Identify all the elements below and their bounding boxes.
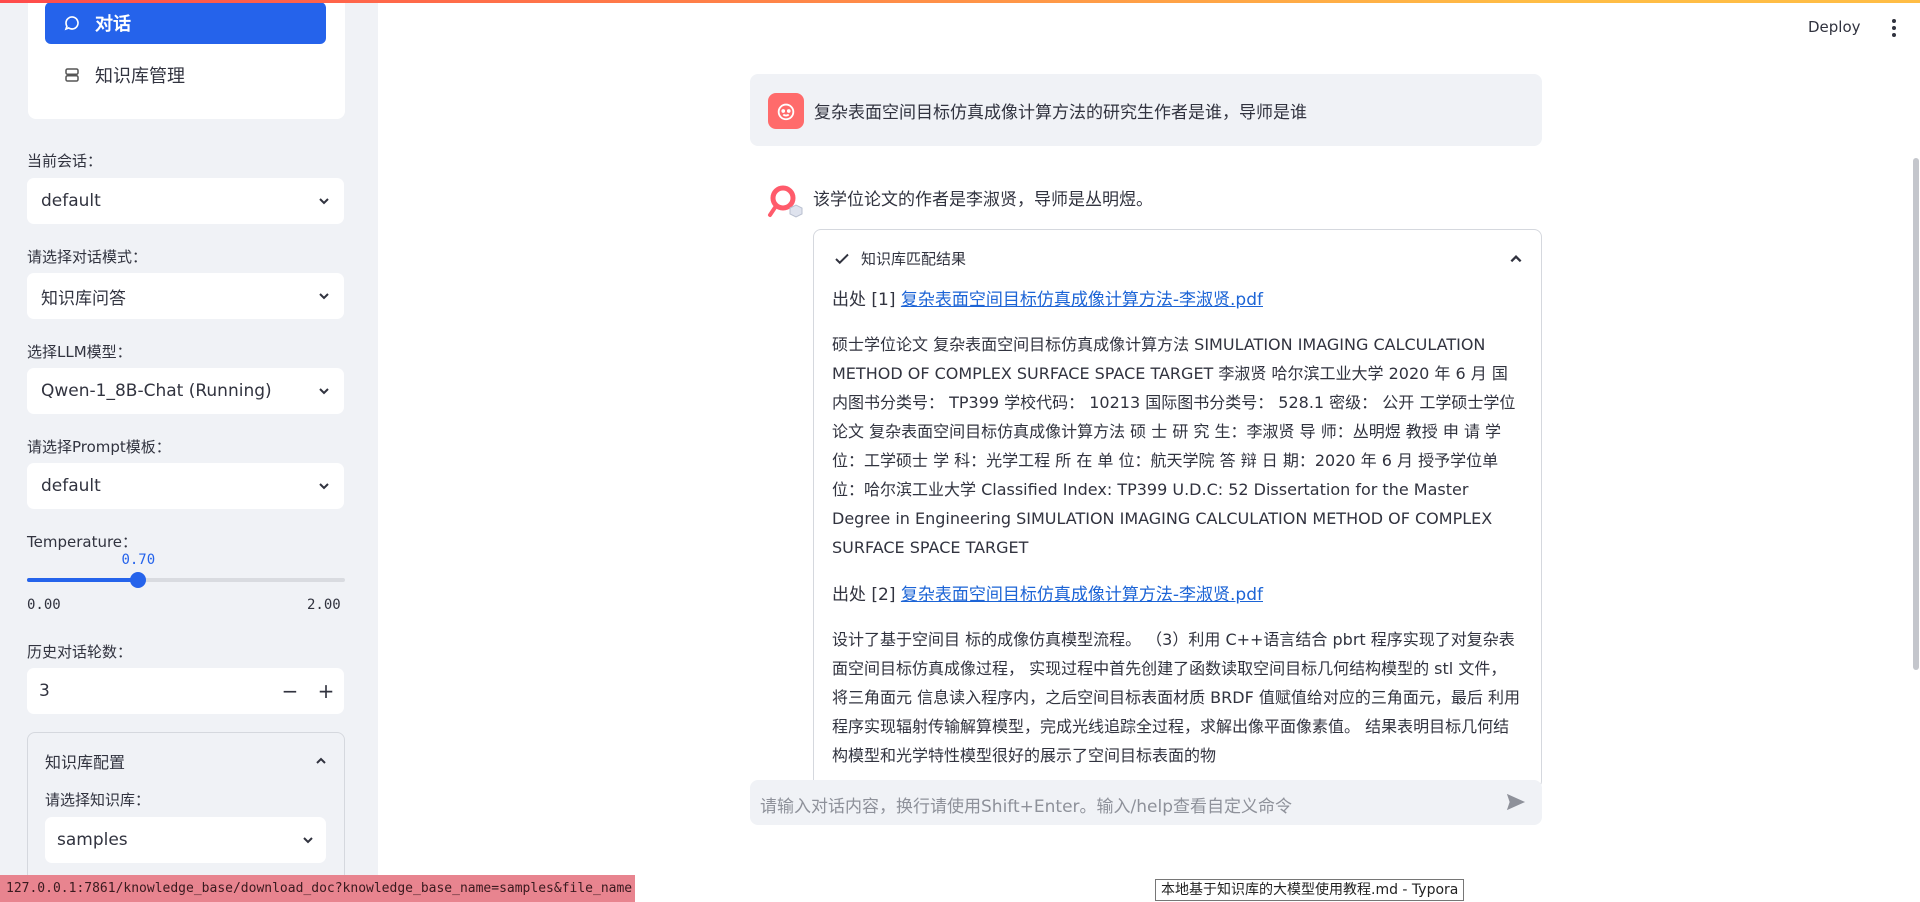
source-1-excerpt: 硕士学位论文 复杂表面空间目标仿真成像计算方法 SIMULATION IMAGI… [832, 335, 1516, 557]
deploy-button[interactable]: Deploy [1808, 18, 1861, 36]
user-avatar [768, 93, 804, 129]
temperature-label: Temperature： [27, 533, 138, 551]
prompt-template-label: 请选择Prompt模板： [27, 438, 171, 456]
nav-item-chat[interactable]: 对话 [45, 2, 326, 44]
prompt-template-select[interactable]: default [27, 463, 344, 509]
current-session-label: 当前会话： [27, 152, 103, 170]
assistant-message-text: 该学位论文的作者是李淑贤，导师是丛明煜。 [813, 190, 1153, 210]
kb-config-header[interactable]: 知识库配置 [45, 749, 327, 773]
temperature-slider-thumb[interactable] [130, 572, 147, 588]
source-2-link[interactable]: 复杂表面空间目标仿真成像计算方法-李淑贤.pdf [901, 585, 1263, 605]
kb-results-header[interactable]: 知识库匹配结果 [833, 248, 1523, 269]
nav-item-kb-label: 知识库管理 [95, 66, 185, 87]
assistant-avatar [766, 182, 804, 220]
kb-config-title: 知识库配置 [45, 753, 126, 772]
dialog-mode-select[interactable]: 知识库问答 [27, 273, 344, 319]
temperature-slider[interactable]: 0.70 [27, 552, 345, 588]
dialog-mode-value: 知识库问答 [41, 288, 126, 309]
top-decoration-bar [0, 0, 1920, 3]
prompt-template-value: default [41, 476, 101, 496]
current-session-select[interactable]: default [27, 178, 344, 224]
chat-input[interactable]: 请输入对话内容，换行请使用Shift+Enter。输入/help查看自定义命令 [750, 780, 1542, 825]
user-message: 复杂表面空间目标仿真成像计算方法的研究生作者是谁，导师是谁 [750, 74, 1542, 146]
llm-model-label: 选择LLM模型： [27, 343, 132, 361]
kb-select-value: samples [57, 830, 128, 850]
kb-results-title: 知识库匹配结果 [861, 250, 967, 268]
nav-item-kb-management[interactable]: 知识库管理 [45, 54, 326, 96]
chevron-down-icon [303, 837, 313, 844]
browser-status-url: 127.0.0.1:7861/knowledge_base/download_d… [0, 875, 635, 902]
temperature-max: 2.00 [307, 597, 341, 613]
assistant-logo-icon [768, 185, 803, 218]
chevron-down-icon [319, 483, 329, 490]
chat-bubble-icon [64, 16, 79, 31]
chevron-up-icon [316, 757, 326, 764]
smiley-face-icon [777, 103, 795, 121]
chevron-up-icon [1510, 254, 1522, 262]
decrement-button[interactable]: − [272, 679, 308, 703]
llm-model-value: Qwen-1_8B-Chat (Running) [41, 381, 272, 401]
status-url-text: 127.0.0.1:7861/knowledge_base/download_d… [6, 881, 635, 896]
user-message-text: 复杂表面空间目标仿真成像计算方法的研究生作者是谁，导师是谁 [814, 103, 1307, 123]
kb-select[interactable]: samples [45, 817, 326, 863]
chat-input-placeholder: 请输入对话内容，换行请使用Shift+Enter。输入/help查看自定义命令 [760, 797, 1292, 817]
window-tooltip: 本地基于知识库的大模型使用教程.md - Typora [1155, 879, 1465, 901]
sidebar: 对话 知识库管理 当前会话： default 请选择对话模式： 知识库问答 选择… [0, 0, 378, 902]
nav-menu: 对话 知识库管理 [28, 0, 345, 119]
kb-select-label: 请选择知识库： [45, 791, 151, 809]
main-scrollbar[interactable] [1913, 158, 1919, 670]
temperature-min: 0.00 [27, 597, 61, 613]
source-2-prefix: 出处 [2] [832, 585, 901, 605]
check-icon [835, 253, 849, 264]
send-icon[interactable] [1505, 792, 1527, 812]
source-2-excerpt: 设计了基于空间目 标的成像仿真模型流程。 （3）利用 C++语言结合 pbrt … [832, 630, 1520, 765]
llm-model-select[interactable]: Qwen-1_8B-Chat (Running) [27, 368, 344, 414]
source-1-prefix: 出处 [1] [832, 290, 901, 310]
source-1: 出处 [1] 复杂表面空间目标仿真成像计算方法-李淑贤.pdf [832, 285, 1263, 310]
main-menu-icon[interactable] [1892, 19, 1896, 40]
history-rounds-label: 历史对话轮数： [27, 643, 133, 661]
history-rounds-input[interactable]: 3 [27, 681, 272, 701]
history-rounds-stepper: 3 − + [27, 668, 344, 714]
source-2: 出处 [2] 复杂表面空间目标仿真成像计算方法-李淑贤.pdf [832, 580, 1263, 605]
chevron-down-icon [319, 198, 329, 205]
kb-results-expander: 知识库匹配结果 出处 [1] 复杂表面空间目标仿真成像计算方法-李淑贤.pdf … [813, 229, 1542, 789]
current-session-value: default [41, 191, 101, 211]
temperature-value: 0.70 [121, 552, 156, 568]
chevron-down-icon [319, 293, 329, 300]
temperature-slider-fill [27, 578, 139, 582]
database-icon [65, 68, 79, 82]
increment-button[interactable]: + [308, 679, 344, 703]
nav-item-chat-label: 对话 [95, 14, 131, 35]
source-1-link[interactable]: 复杂表面空间目标仿真成像计算方法-李淑贤.pdf [901, 290, 1263, 310]
dialog-mode-label: 请选择对话模式： [27, 248, 148, 266]
chevron-down-icon [319, 388, 329, 395]
